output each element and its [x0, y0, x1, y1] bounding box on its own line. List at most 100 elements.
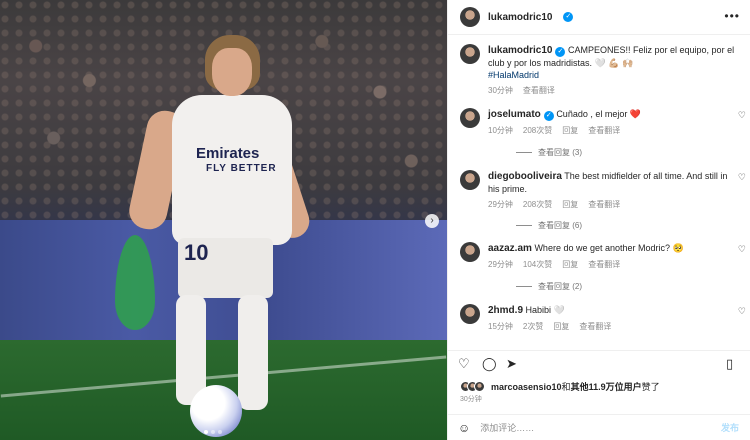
comment-meta: 15分钟 2次赞 回复 查看翻译	[488, 321, 728, 333]
comment-translate-link[interactable]: 查看翻译	[588, 259, 620, 271]
replies-line	[516, 152, 532, 153]
add-comment-bar: ☺ 发布	[448, 414, 750, 440]
verified-badge-icon: ✓	[543, 111, 554, 121]
comment-likes[interactable]: 208次赞	[523, 199, 552, 211]
likes-summary[interactable]: marcoasensio10和其他11.9万位用户赞了	[460, 380, 660, 393]
header-divider	[448, 34, 750, 35]
paper-plane-icon[interactable]: ➤	[506, 356, 517, 372]
comment-text: Where do we get another Modric? 🥺	[534, 243, 684, 253]
caption-author-avatar[interactable]	[460, 44, 480, 64]
heart-icon[interactable]: ♡	[458, 356, 470, 372]
post-caption: lukamodric10 ✓ CAMPEONES!! Feliz por el e…	[460, 44, 745, 97]
replies-line	[516, 225, 532, 226]
bookmark-icon[interactable]: ▯	[726, 356, 733, 372]
view-replies-link[interactable]: 查看回复 (6)	[516, 220, 582, 231]
replies-line	[516, 286, 532, 287]
comment-item: aazaz.am Where do we get another Modric?…	[460, 242, 750, 271]
comment-likes[interactable]: 2次赞	[523, 321, 543, 333]
comment-username[interactable]: diegobooliveira	[488, 171, 562, 182]
likes-summary-and: 和	[561, 382, 571, 392]
caption-hashtag[interactable]: #HalaMadrid	[488, 69, 745, 81]
view-replies-label: 查看回复 (6)	[538, 221, 582, 230]
comment-reply-link[interactable]: 回复	[562, 125, 578, 137]
comment-avatar[interactable]	[460, 304, 480, 324]
likes-summary-others[interactable]: 其他11.9万位用户	[571, 382, 642, 392]
caption-username[interactable]: lukamodric10	[488, 45, 552, 56]
actions-divider	[448, 350, 750, 351]
view-replies-link[interactable]: 查看回复 (3)	[516, 147, 582, 158]
player-head	[212, 48, 252, 96]
comment-username[interactable]: 2hmd.9	[488, 305, 523, 316]
comment-avatar[interactable]	[460, 242, 480, 262]
verified-badge-icon: ✓	[563, 12, 574, 22]
post-photo[interactable]: Emirates FLY BETTER 10 ›	[0, 0, 447, 440]
comment-time[interactable]: 29分钟	[488, 259, 513, 271]
liker-avatars	[460, 381, 485, 392]
caption-body: lukamodric10 ✓ CAMPEONES!! Feliz por el e…	[488, 44, 745, 97]
comment-reply-link[interactable]: 回复	[562, 259, 578, 271]
comment-likes[interactable]: 208次赞	[523, 125, 552, 137]
comment-translate-link[interactable]: 查看翻译	[579, 321, 611, 333]
likes-summary-user[interactable]: marcoasensio10	[491, 382, 562, 392]
comment-username[interactable]: aazaz.am	[488, 243, 532, 254]
comment-item: diegobooliveira The best midfielder of a…	[460, 170, 750, 211]
comment-translate-link[interactable]: 查看翻译	[588, 199, 620, 211]
carousel-dots	[204, 430, 222, 434]
view-replies-label: 查看回复 (2)	[538, 282, 582, 291]
post-actions: ♡ ◯ ➤ ▯	[458, 356, 743, 374]
comment-translate-link[interactable]: 查看翻译	[588, 125, 620, 137]
comment-meta: 29分钟 208次赞 回复 查看翻译	[488, 199, 728, 211]
likes-summary-suffix: 赞了	[641, 382, 660, 392]
post-side-panel: lukamodric10 ✓ ••• lukamodric10 ✓ CAMPEON…	[447, 0, 750, 440]
comment-like-heart-icon[interactable]: ♡	[738, 110, 746, 121]
comment-body: 2hmd.9 Habibi 🤍 15分钟 2次赞 回复 查看翻译	[488, 304, 728, 333]
more-horizontal-icon: •••	[724, 9, 740, 23]
comment-reply-link[interactable]: 回复	[553, 321, 569, 333]
post-timestamp[interactable]: 30分钟	[460, 394, 482, 404]
shorts-number: 10	[184, 240, 209, 265]
comment-likes[interactable]: 104次赞	[523, 259, 552, 271]
comment-like-heart-icon[interactable]: ♡	[738, 306, 746, 317]
smiley-icon[interactable]: ☺	[458, 421, 470, 435]
post-header: lukamodric10 ✓	[460, 6, 574, 28]
comments-fade	[448, 340, 750, 354]
publish-comment-button[interactable]: 发布	[721, 421, 739, 434]
comment-body: joselumato ✓ Cuñado , el mejor ❤️ 10分钟 20…	[488, 108, 728, 137]
carousel-dot	[218, 430, 222, 434]
view-replies-link[interactable]: 查看回复 (2)	[516, 281, 582, 292]
author-avatar[interactable]	[460, 7, 480, 27]
comment-reply-link[interactable]: 回复	[562, 199, 578, 211]
verified-badge-icon: ✓	[555, 47, 566, 57]
comment-item: joselumato ✓ Cuñado , el mejor ❤️ 10分钟 20…	[460, 108, 750, 137]
chevron-right-icon: ›	[430, 215, 434, 226]
jersey-sponsor-slogan: FLY BETTER	[206, 163, 277, 174]
player-right-leg	[238, 295, 268, 410]
comment-avatar[interactable]	[460, 108, 480, 128]
comment-icon[interactable]: ◯	[482, 356, 497, 372]
comment-avatar[interactable]	[460, 170, 480, 190]
comment-time[interactable]: 15分钟	[488, 321, 513, 333]
caption-translate-link[interactable]: 查看翻译	[523, 85, 555, 97]
liker-avatar	[474, 381, 485, 392]
more-options-button[interactable]: •••	[724, 9, 740, 23]
next-image-button[interactable]: ›	[425, 214, 439, 228]
comment-item: 2hmd.9 Habibi 🤍 15分钟 2次赞 回复 查看翻译 ♡	[460, 304, 750, 333]
comment-like-heart-icon[interactable]: ♡	[738, 244, 746, 255]
comment-username[interactable]: joselumato	[488, 109, 541, 120]
comment-like-heart-icon[interactable]: ♡	[738, 172, 746, 183]
view-replies-label: 查看回复 (3)	[538, 148, 582, 157]
carousel-dot-active	[204, 430, 208, 434]
comment-body: aazaz.am Where do we get another Modric?…	[488, 242, 728, 271]
photo-player: Emirates FLY BETTER 10	[0, 0, 447, 440]
comment-text: Habibi 🤍	[525, 305, 565, 315]
comment-meta: 29分钟 104次赞 回复 查看翻译	[488, 259, 728, 271]
caption-time[interactable]: 30分钟	[488, 85, 513, 97]
comment-text: Cuñado , el mejor ❤️	[556, 109, 642, 119]
jersey-sponsor-name: Emirates	[196, 145, 260, 162]
carousel-dot	[211, 430, 215, 434]
add-comment-input[interactable]	[480, 422, 681, 433]
comment-time[interactable]: 29分钟	[488, 199, 513, 211]
caption-meta: 30分钟 查看翻译	[488, 85, 745, 97]
comment-time[interactable]: 10分钟	[488, 125, 513, 137]
author-username[interactable]: lukamodric10	[488, 12, 552, 23]
